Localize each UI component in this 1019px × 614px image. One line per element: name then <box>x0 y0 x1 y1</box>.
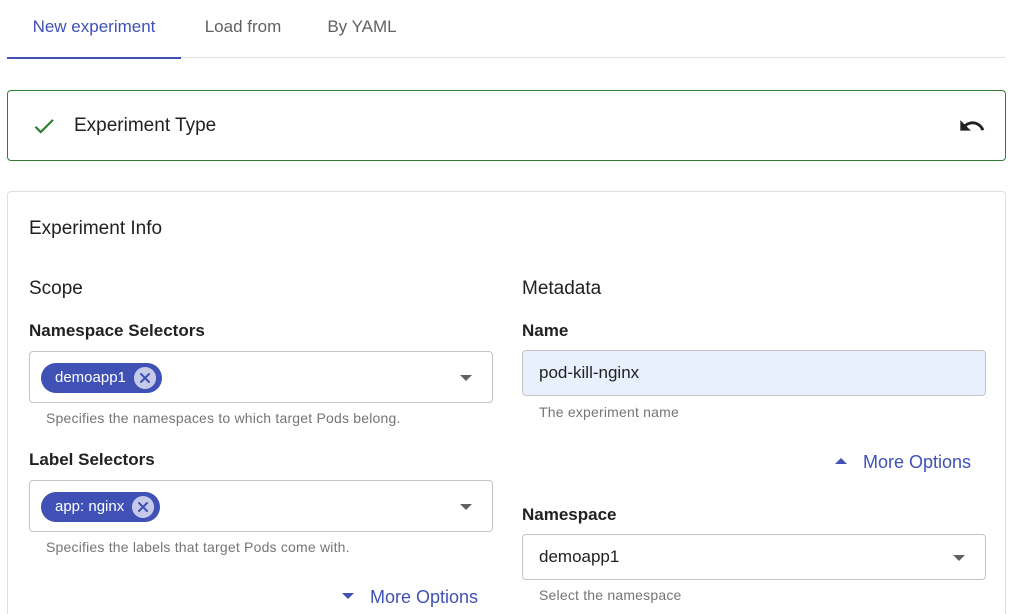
namespace-selectors-helper: Specifies the namespaces to which target… <box>46 410 401 426</box>
chip-remove-icon[interactable] <box>133 367 156 389</box>
experiment-info-title: Experiment Info <box>29 218 163 239</box>
namespace-select-value: demoapp1 <box>539 547 620 566</box>
namespace-label: Namespace <box>522 505 617 524</box>
tab-new-experiment[interactable]: New experiment <box>7 0 181 59</box>
label-selectors-select[interactable]: app: nginx <box>29 480 493 532</box>
label-chip-label: app: nginx <box>55 498 125 515</box>
namespace-selectors-select[interactable]: demoapp1 <box>29 351 493 403</box>
dropdown-arrow-icon <box>460 375 472 381</box>
namespace-helper: Select the namespace <box>539 587 682 603</box>
name-label: Name <box>522 321 569 340</box>
tab-bar: New experiment Load from By YAML <box>7 0 1005 59</box>
dropdown-arrow-icon <box>460 504 472 510</box>
namespace-chip: demoapp1 <box>41 363 162 393</box>
tab-by-yaml[interactable]: By YAML <box>305 0 419 57</box>
caret-down-icon <box>342 593 354 600</box>
scope-title: Scope <box>29 278 83 299</box>
undo-icon[interactable] <box>958 112 986 140</box>
tab-load-from[interactable]: Load from <box>181 0 305 57</box>
dropdown-arrow-icon <box>953 555 965 561</box>
label-selectors-helper: Specifies the labels that target Pods co… <box>46 539 350 555</box>
metadata-more-options-button[interactable]: More Options <box>835 452 971 473</box>
check-icon <box>34 119 54 134</box>
metadata-more-options-label: More Options <box>863 452 972 472</box>
name-helper: The experiment name <box>539 404 679 420</box>
label-chip: app: nginx <box>41 492 161 522</box>
namespace-chip-label: demoapp1 <box>55 369 126 386</box>
scope-more-options-label: More Options <box>370 587 479 607</box>
namespace-select[interactable]: demoapp1 <box>522 534 986 580</box>
metadata-title: Metadata <box>522 278 602 299</box>
scope-more-options-button[interactable]: More Options <box>342 587 478 608</box>
caret-up-icon <box>835 458 847 465</box>
label-selectors-label: Label Selectors <box>29 450 155 469</box>
experiment-info-card: Experiment Info Scope Namespace Selector… <box>7 191 1006 614</box>
namespace-selectors-label: Namespace Selectors <box>29 321 205 340</box>
name-input[interactable]: pod-kill-nginx <box>522 350 986 396</box>
experiment-type-card: Experiment Type <box>7 90 1006 161</box>
experiment-type-title: Experiment Type <box>74 115 217 136</box>
chip-remove-icon[interactable] <box>132 496 155 518</box>
